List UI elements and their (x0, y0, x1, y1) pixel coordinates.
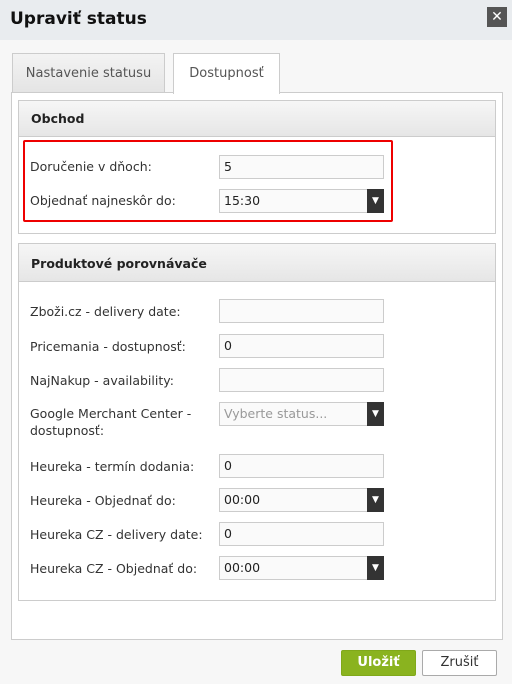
pricemania-label: Pricemania - dostupnosť: (30, 339, 186, 354)
heureka-cz-delivery-input[interactable]: 0 (219, 522, 384, 546)
google-label: Google Merchant Center - dostupnosť: (30, 406, 192, 438)
dialog-title: Upraviť status (10, 9, 147, 29)
section-title: Produktové porovnávače (19, 244, 495, 282)
chevron-down-icon[interactable]: ▼ (367, 402, 384, 426)
heureka-term-label: Heureka - termín dodania: (30, 459, 195, 474)
heureka-order-select[interactable]: 00:00 ▼ (219, 488, 384, 512)
select-value: 00:00 (224, 492, 261, 507)
cancel-button[interactable]: Zrušiť (422, 650, 497, 676)
heureka-cz-order-select[interactable]: 00:00 ▼ (219, 556, 384, 580)
pricemania-input[interactable]: 0 (219, 334, 384, 358)
select-value: 15:30 (224, 193, 261, 208)
najnakup-input[interactable] (219, 368, 384, 392)
chevron-down-icon[interactable]: ▼ (367, 189, 384, 213)
heureka-term-input[interactable]: 0 (219, 454, 384, 478)
section-title: Obchod (19, 101, 495, 137)
close-icon[interactable]: ✕ (487, 7, 507, 27)
zbozi-input[interactable] (219, 299, 384, 323)
order-by-label: Objednať najneskôr do: (30, 193, 176, 208)
delivery-days-label: Doručenie v dňoch: (30, 159, 152, 174)
heureka-cz-delivery-label: Heureka CZ - delivery date: (30, 527, 203, 542)
heureka-order-label: Heureka - Objednať do: (30, 493, 176, 508)
order-by-select[interactable]: 15:30 ▼ (219, 189, 384, 213)
zbozi-label: Zboži.cz - delivery date: (30, 304, 181, 319)
chevron-down-icon[interactable]: ▼ (367, 488, 384, 512)
delivery-days-input[interactable]: 5 (219, 155, 384, 179)
tab-nastavenie-statusu[interactable]: Nastavenie statusu (12, 53, 165, 93)
heureka-cz-order-label: Heureka CZ - Objednať do: (30, 561, 198, 576)
najnakup-label: NajNakup - availability: (30, 373, 174, 388)
save-button[interactable]: Uložiť (341, 650, 416, 676)
chevron-down-icon[interactable]: ▼ (367, 556, 384, 580)
select-value: 00:00 (224, 560, 261, 575)
google-select[interactable]: Vyberte status... ▼ (219, 402, 384, 426)
select-placeholder: Vyberte status... (224, 406, 328, 421)
tab-dostupnost[interactable]: Dostupnosť (173, 53, 280, 94)
dialog-header: Upraviť status ✕ (0, 0, 512, 40)
